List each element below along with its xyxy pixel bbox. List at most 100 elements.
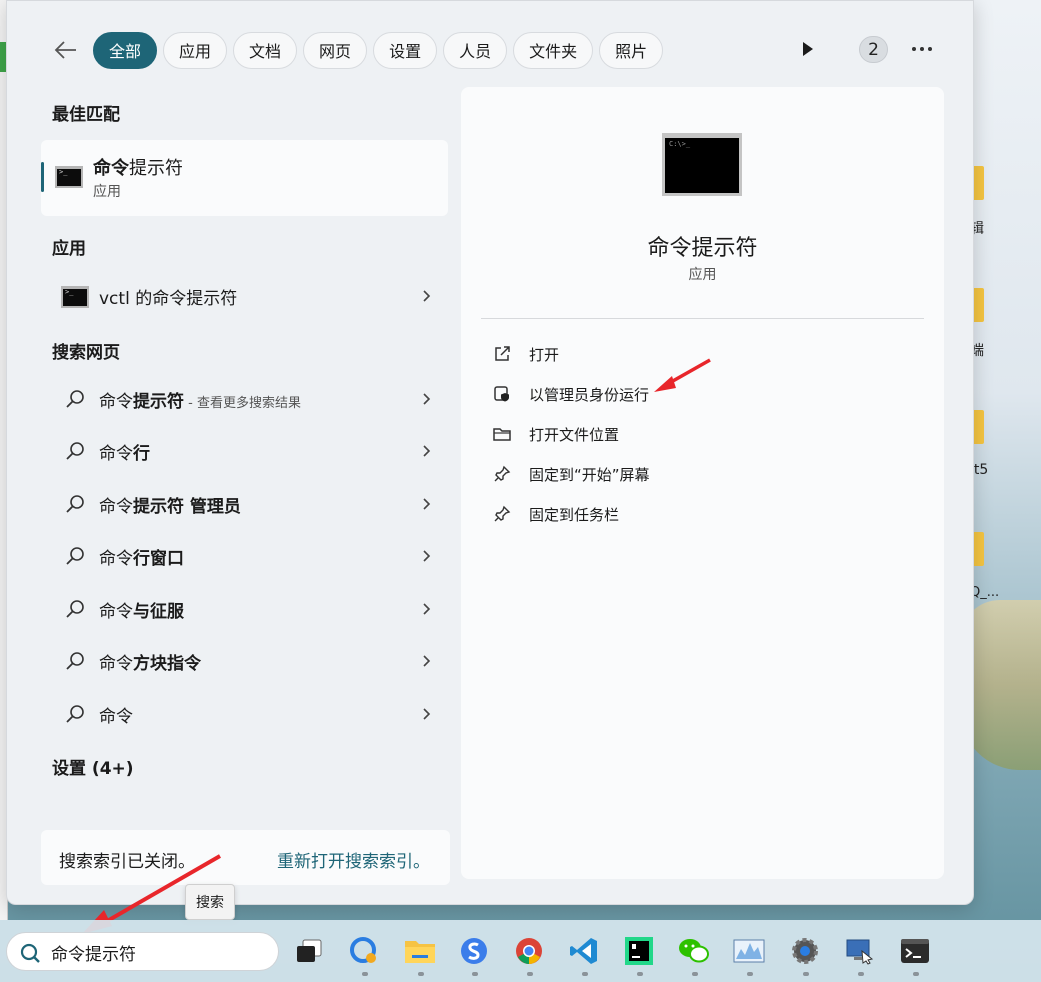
chevron-right-icon	[423, 603, 431, 615]
copilot-icon[interactable]	[348, 935, 380, 967]
best-match-card[interactable]: 命令提示符 应用	[41, 140, 448, 216]
command-prompt-icon	[61, 286, 89, 308]
pin-icon	[491, 463, 513, 485]
taskbar	[0, 920, 1041, 982]
reopen-index-link[interactable]: 重新打开搜索索引。	[277, 847, 430, 872]
web-result-item[interactable]: 命令行	[47, 428, 447, 474]
search-icon	[66, 600, 84, 618]
pin-icon	[491, 503, 513, 525]
web-result-item[interactable]: 命令	[47, 691, 447, 737]
chevron-right-icon	[423, 708, 431, 720]
running-indicator	[582, 972, 588, 976]
chevron-right-icon	[423, 655, 431, 667]
section-settings[interactable]: 设置 (4+)	[52, 754, 134, 779]
search-input[interactable]	[51, 939, 271, 966]
app-result-label: vctl 的命令提示符	[99, 288, 238, 309]
tab-folders[interactable]: 文件夹	[513, 31, 594, 69]
command-prompt-icon	[55, 166, 83, 188]
vscode-icon[interactable]	[568, 935, 600, 967]
detail-pane: 命令提示符 应用 打开 以管理员身份运行 打开文件位置 固定到“开始”屏幕	[461, 87, 944, 879]
action-label: 固定到“开始”屏幕	[529, 465, 650, 484]
action-open-file-location[interactable]: 打开文件位置	[491, 419, 911, 449]
web-result-item[interactable]: 命令方块指令	[47, 638, 447, 684]
pycharm-icon[interactable]	[623, 935, 655, 967]
web-result-label: 命令提示符 - 查看更多搜索结果	[99, 391, 301, 412]
tab-web[interactable]: 网页	[303, 31, 368, 69]
filter-bar: 全部 应用 文档 网页 设置 人员 文件夹 照片	[49, 30, 669, 70]
section-apps: 应用	[52, 239, 86, 259]
search-icon	[66, 442, 84, 460]
red-arrow-annotation	[654, 358, 711, 392]
terminal-icon[interactable]	[899, 935, 931, 967]
running-indicator	[858, 972, 864, 976]
tab-all[interactable]: 全部	[93, 31, 158, 69]
chevron-right-icon	[423, 498, 431, 510]
taskbar-search-box[interactable]	[6, 932, 279, 971]
detail-title: 命令提示符	[647, 236, 758, 261]
app-result-vctl[interactable]: vctl 的命令提示符	[47, 273, 447, 319]
tab-people[interactable]: 人员	[443, 31, 508, 69]
shield-admin-icon	[491, 383, 513, 405]
folder-icon	[491, 423, 513, 445]
search-icon	[20, 943, 40, 963]
web-result-item[interactable]: 命令与征服	[47, 586, 447, 632]
more-options-icon[interactable]	[907, 37, 937, 61]
tab-settings[interactable]: 设置	[373, 31, 438, 69]
web-result-label: 命令	[99, 706, 133, 727]
search-icon	[66, 705, 84, 723]
web-result-item[interactable]: 命令提示符 管理员	[47, 481, 447, 527]
tab-photos[interactable]: 照片	[599, 31, 664, 69]
tab-documents[interactable]: 文档	[233, 31, 298, 69]
settings-gear-icon[interactable]	[789, 935, 821, 967]
play-icon[interactable]	[795, 37, 819, 61]
running-indicator	[747, 972, 753, 976]
chrome-icon[interactable]	[513, 935, 545, 967]
running-indicator	[362, 972, 368, 976]
section-best-match: 最佳匹配	[52, 105, 120, 125]
count-badge[interactable]: 2	[859, 36, 888, 63]
running-indicator	[472, 972, 478, 976]
running-indicator	[913, 972, 919, 976]
chevron-right-icon	[423, 393, 431, 405]
tab-apps[interactable]: 应用	[163, 31, 228, 69]
section-web-search: 搜索网页	[52, 343, 120, 363]
running-indicator	[418, 972, 424, 976]
action-label: 打开	[529, 345, 560, 364]
open-external-icon	[491, 343, 513, 365]
running-indicator	[692, 972, 698, 976]
wechat-icon[interactable]	[678, 935, 710, 967]
search-panel: 全部 应用 文档 网页 设置 人员 文件夹 照片 2 最佳匹配 命令提示符 应用…	[6, 0, 974, 905]
web-result-label: 命令与征服	[99, 601, 184, 622]
best-match-subtitle: 应用	[93, 184, 121, 200]
search-icon	[66, 652, 84, 670]
best-match-title: 命令提示符	[93, 158, 183, 179]
selection-accent	[41, 162, 44, 192]
running-indicator	[527, 972, 533, 976]
action-label: 以管理员身份运行	[529, 385, 650, 404]
chevron-right-icon	[423, 290, 431, 302]
remote-desktop-icon[interactable]	[844, 935, 876, 967]
web-result-item[interactable]: 命令行窗口	[47, 533, 447, 579]
file-explorer-icon[interactable]	[404, 935, 436, 967]
divider	[481, 318, 924, 319]
web-result-label: 命令方块指令	[99, 653, 201, 674]
search-icon	[66, 495, 84, 513]
web-result-label: 命令行窗口	[99, 548, 184, 569]
sogou-icon[interactable]	[458, 935, 490, 967]
resource-monitor-icon[interactable]	[733, 935, 765, 967]
desktop-label: Q_...	[970, 585, 1000, 600]
chevron-right-icon	[423, 445, 431, 457]
task-view-icon[interactable]	[293, 935, 325, 967]
running-indicator	[803, 972, 809, 976]
action-label: 固定到任务栏	[529, 505, 620, 524]
chevron-right-icon	[423, 550, 431, 562]
web-result-item[interactable]: 命令提示符 - 查看更多搜索结果	[47, 376, 447, 422]
action-pin-to-taskbar[interactable]: 固定到任务栏	[491, 499, 911, 529]
command-prompt-large-icon	[662, 133, 742, 196]
back-arrow-icon[interactable]	[49, 33, 83, 67]
detail-subtitle: 应用	[688, 267, 717, 283]
web-result-label: 命令提示符 管理员	[99, 496, 241, 517]
action-pin-to-start[interactable]: 固定到“开始”屏幕	[491, 459, 911, 489]
search-icon	[66, 390, 84, 408]
search-icon	[66, 547, 84, 565]
